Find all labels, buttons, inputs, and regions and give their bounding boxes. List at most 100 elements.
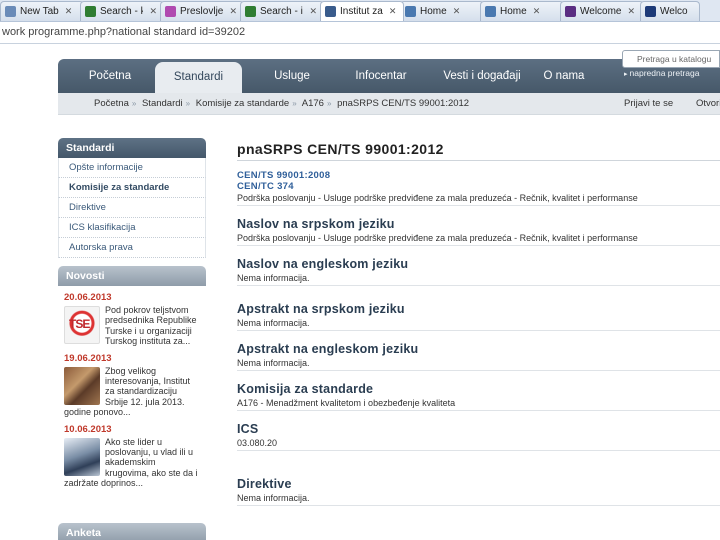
search-icon	[85, 6, 96, 17]
sidebar: Standardi Opšte informacije Komisije za …	[58, 138, 206, 499]
news-date: 19.06.2013	[64, 352, 112, 364]
browser-tab-active[interactable]: Institut za ✕	[320, 1, 404, 21]
tab-label: Search - k	[100, 6, 144, 17]
breadcrumb-bar: Početna» Standardi» Komisije za standard…	[58, 93, 720, 115]
mail-icon	[485, 6, 496, 17]
news-thumbnail[interactable]	[64, 437, 100, 476]
news-text: Pod pokrov teljstvom predsednika Republi…	[105, 305, 197, 347]
browser-tab[interactable]: Search - in ✕	[240, 1, 324, 21]
section-title-apstrakt-srpski: Apstrakt na srpskom jeziku	[237, 302, 405, 316]
sidebar-item-autorska-prava[interactable]: Autorska prava	[58, 238, 206, 258]
browser-tab[interactable]: Welco	[640, 1, 700, 21]
advanced-search-link[interactable]: ▸ napredna pretraga	[624, 68, 699, 78]
news-thumbnail[interactable]: TSE	[64, 306, 100, 344]
tab-label: Institut za	[340, 6, 383, 17]
main-content: pnaSRPS CEN/TS 99001:2012 CEN/TS 99001:2…	[237, 141, 720, 506]
section-text-direktive: Nema informacija.	[237, 492, 720, 506]
page-title: pnaSRPS CEN/TS 99001:2012	[237, 141, 720, 161]
tab-label: Home	[420, 6, 447, 17]
tab-label: Home	[500, 6, 527, 17]
nav-item-usluge[interactable]: Usluge	[254, 59, 330, 93]
section-text-apstrakt-engleski: Nema informacija.	[237, 357, 720, 371]
close-icon[interactable]: ✕	[65, 6, 73, 17]
advanced-search-label: napredna pretraga	[629, 68, 700, 78]
sidebar-title: Standardi	[58, 138, 206, 158]
breadcrumb-item[interactable]: Početna	[94, 98, 129, 109]
sidebar-item-opste-informacije[interactable]: Opšte informacije	[58, 158, 206, 178]
section-title-direktive: Direktive	[237, 477, 292, 491]
browser-tab[interactable]: Home ✕	[400, 1, 484, 21]
e-logo-icon	[645, 6, 656, 17]
tab-label: Welco	[660, 6, 688, 17]
nav-item-pocetna[interactable]: Početna	[70, 59, 150, 93]
news-title: Novosti	[58, 266, 206, 286]
mail-icon	[405, 6, 416, 17]
search-icon	[245, 6, 256, 17]
chevron-right-icon: »	[131, 99, 137, 108]
section-text-apstrakt-srpski: Nema informacija.	[237, 317, 720, 331]
news-thumbnail[interactable]	[64, 366, 100, 405]
technical-committee-link[interactable]: CEN/TC 374	[237, 181, 720, 192]
tab-label: Preslovljev	[180, 6, 224, 17]
close-icon[interactable]: ✕	[628, 6, 636, 17]
close-icon[interactable]: ✕	[309, 6, 317, 17]
browser-tab[interactable]: Welcome ✕	[560, 1, 644, 21]
register-link[interactable]: Otvori	[696, 93, 720, 115]
main-navigation: Početna Standardi Usluge Infocentar Vest…	[58, 59, 720, 93]
section-title-naslov-engleski: Naslov na engleskom jeziku	[237, 257, 409, 271]
catalog-search-input[interactable]: Pretraga u katalogu	[622, 50, 720, 68]
news-item[interactable]: TSE Pod pokrov teljstvom predsednika Rep…	[64, 305, 202, 347]
poll-panel: Anketa	[58, 523, 206, 540]
news-item[interactable]: Zbog velikog interesovanja, Institut za …	[64, 366, 202, 418]
poll-title: Anketa	[58, 523, 206, 540]
breadcrumb-item[interactable]: A176	[302, 98, 324, 109]
institute-icon	[325, 6, 336, 17]
section-text-komisija[interactable]: A176 - Menadžment kvalitetom i obezbeđen…	[237, 397, 720, 411]
s-logo-icon	[165, 6, 176, 17]
section-title-naslov-srpski: Naslov na srpskom jeziku	[237, 217, 395, 231]
breadcrumb-item[interactable]: Standardi	[142, 98, 183, 109]
nav-item-standardi[interactable]: Standardi	[155, 62, 242, 93]
browser-tab-strip: New Tab ✕ Search - k ✕ Preslovljev ✕ Search…	[0, 0, 720, 22]
reference-standard-link[interactable]: CEN/TS 99001:2008	[237, 170, 720, 181]
news-item[interactable]: Ako ste lider u poslovanju, u vlad ili u…	[64, 437, 202, 489]
flag-icon	[565, 6, 576, 17]
section-title-apstrakt-engleski: Apstrakt na engleskom jeziku	[237, 342, 419, 356]
chevron-right-icon: »	[292, 99, 297, 108]
news-date: 20.06.2013	[64, 292, 112, 303]
nav-item-o-nama[interactable]: O nama	[532, 59, 596, 93]
browser-tab[interactable]: New Tab ✕	[0, 1, 84, 21]
breadcrumb: Početna» Standardi» Komisije za standard…	[94, 93, 469, 115]
address-bar[interactable]: work programme.php?national standard id=…	[0, 22, 720, 44]
browser-tab[interactable]: Search - k ✕	[80, 1, 164, 21]
chevron-right-icon: »	[326, 99, 332, 108]
arrow-right-icon: ▸	[624, 71, 628, 78]
close-icon[interactable]: ✕	[389, 6, 397, 17]
nav-item-vesti[interactable]: Vesti i događaji	[428, 59, 536, 93]
close-icon[interactable]: ✕	[453, 6, 461, 17]
tab-label: New Tab	[20, 6, 59, 17]
tab-label: Search - in	[260, 6, 303, 17]
close-icon[interactable]: ✕	[533, 6, 541, 17]
tse-logo-text: TSE	[69, 317, 90, 331]
sidebar-item-komisije[interactable]: Komisije za standarde	[58, 178, 206, 198]
breadcrumb-item[interactable]: Komisije za standarde	[196, 98, 289, 109]
news-list: 20.06.2013 TSE Pod pokrov teljstvom pred…	[58, 286, 206, 499]
sidebar-item-ics[interactable]: ICS klasifikacija	[58, 218, 206, 238]
sidebar-item-direktive[interactable]: Direktive	[58, 198, 206, 218]
browser-tab[interactable]: Home ✕	[480, 1, 564, 21]
web-page: Početna Standardi Usluge Infocentar Vest…	[0, 45, 720, 540]
tab-label: Welcome	[580, 6, 622, 17]
section-title-komisija: Komisija za standarde	[237, 382, 374, 396]
section-text-ics[interactable]: 03.080.20	[237, 437, 720, 451]
chevron-right-icon: »	[185, 99, 191, 108]
close-icon[interactable]: ✕	[229, 6, 237, 17]
login-link[interactable]: Prijavi te se	[624, 93, 673, 115]
news-date: 10.06.2013	[64, 423, 112, 435]
browser-tab[interactable]: Preslovljev ✕	[160, 1, 244, 21]
nav-item-infocentar[interactable]: Infocentar	[340, 59, 422, 93]
breadcrumb-current: pnaSRPS CEN/TS 99001:2012	[337, 98, 470, 109]
section-text-naslov-engleski: Nema informacija.	[237, 272, 720, 286]
section-title-ics: ICS	[237, 422, 259, 436]
close-icon[interactable]: ✕	[149, 6, 157, 17]
